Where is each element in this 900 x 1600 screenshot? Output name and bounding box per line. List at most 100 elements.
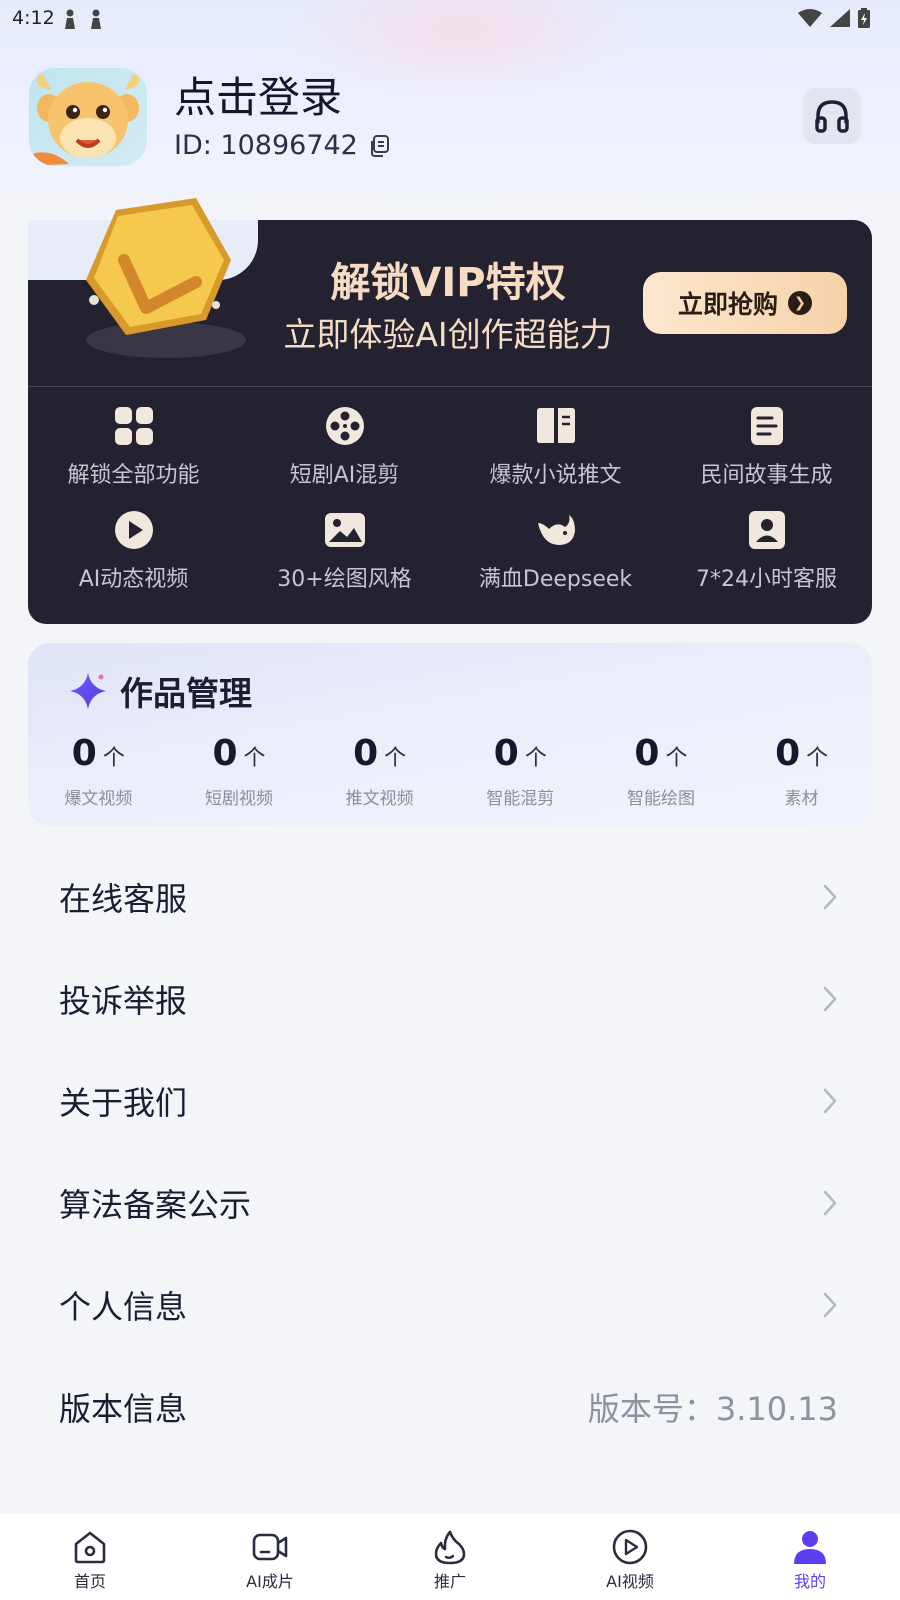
works-title: 作品管理: [120, 674, 252, 713]
feature-label: 解锁全部功能: [67, 463, 200, 488]
version-number: 版本号：3.10.13: [587, 1390, 838, 1428]
notification-icon: [91, 9, 101, 29]
feature-folk-story: 民间故事生成: [661, 405, 872, 489]
user-id: ID: 10896742: [174, 130, 358, 161]
stat-smart-drawing[interactable]: 0个 智能绘图: [591, 733, 731, 809]
settings-menu: 在线客服 投诉举报 关于我们 算法备案公示 个人信息 版本信息 版本号：3.10…: [28, 846, 872, 1478]
status-notification-icons: [64, 9, 102, 29]
stat-promo-video[interactable]: 0个 推文视频: [310, 733, 450, 809]
stat-unit: 个: [665, 746, 688, 771]
feature-unlock-all: 解锁全部功能: [28, 405, 239, 489]
nav-label: AI视频: [606, 1572, 654, 1591]
stat-label: 素材: [784, 789, 819, 809]
stat-unit: 个: [102, 746, 125, 771]
feature-novel-promo: 爆款小说推文: [450, 405, 661, 489]
feature-label: 爆款小说推文: [489, 463, 622, 488]
nav-ai-video[interactable]: AI视频: [540, 1514, 720, 1600]
stat-label: 短剧视频: [204, 789, 273, 809]
menu-item-online-service[interactable]: 在线客服: [28, 846, 872, 948]
feature-label: 民间故事生成: [700, 463, 833, 488]
menu-item-version-info: 版本信息 版本号：3.10.13: [28, 1356, 872, 1458]
menu-item-algorithm-filing[interactable]: 算法备案公示: [28, 1152, 872, 1254]
sparkle-icon: [70, 673, 106, 709]
feature-label: AI动态视频: [78, 567, 189, 592]
user-id-row: ID: 10896742: [174, 130, 392, 161]
menu-label: 个人信息: [59, 1288, 188, 1326]
feature-label: 满血Deepseek: [478, 567, 633, 592]
stat-count: 0: [493, 733, 519, 774]
divider: [28, 386, 872, 387]
stat-count: 0: [634, 733, 660, 774]
feature-label: 7*24小时客服: [696, 567, 837, 592]
stat-label: 智能混剪: [486, 789, 555, 809]
wifi-icon: [798, 9, 822, 27]
works-management-card: 作品管理 0个 爆文视频 0个 短剧视频 0个 推文视频 0个 智能混剪 0个 …: [28, 643, 872, 826]
image-icon: [324, 513, 365, 547]
play-circle-icon: [612, 1529, 648, 1565]
whale-icon: [537, 515, 575, 545]
stat-label: 推文视频: [345, 789, 414, 809]
nav-ai-film[interactable]: AI成片: [180, 1514, 360, 1600]
film-reel-icon: [325, 407, 364, 445]
feature-label: 短剧AI混剪: [289, 463, 400, 488]
nav-label: 推广: [433, 1572, 466, 1591]
avatar[interactable]: [29, 68, 147, 166]
feature-deepseek: 满血Deepseek: [450, 509, 661, 593]
stat-count: 0: [71, 733, 97, 774]
menu-item-personal-info[interactable]: 个人信息: [28, 1254, 872, 1356]
nav-home[interactable]: 首页: [0, 1514, 180, 1600]
stat-count: 0: [353, 733, 379, 774]
nav-label: 我的: [793, 1572, 826, 1591]
chevron-right-icon: [823, 1292, 837, 1318]
stat-materials[interactable]: 0个 素材: [732, 733, 872, 809]
nav-promotion[interactable]: 推广: [360, 1514, 540, 1600]
menu-label: 投诉举报: [59, 982, 188, 1020]
document-icon: [750, 407, 783, 445]
nav-mine[interactable]: 我的: [720, 1514, 900, 1600]
vip-feature-grid: 解锁全部功能 短剧AI混剪 爆款小说推文 民间故事生成 AI动态视频 30+绘图…: [28, 405, 872, 593]
stat-label: 智能绘图: [626, 789, 695, 809]
stat-unit: 个: [806, 746, 829, 771]
vip-badge-icon: [86, 198, 246, 358]
user-icon: [794, 1531, 826, 1564]
headphones-icon: [815, 100, 849, 133]
login-button[interactable]: 点击登录: [174, 64, 342, 125]
vip-subtitle: 立即体验AI创作超能力: [283, 315, 613, 354]
home-icon: [74, 1531, 106, 1564]
vip-card[interactable]: 解锁VIP特权 立即体验AI创作超能力 立即抢购 ❯ 解锁全部功能 短剧AI混剪: [28, 198, 872, 624]
menu-item-complaint-report[interactable]: 投诉举报: [28, 948, 872, 1050]
status-bar: 4:12: [0, 0, 900, 36]
stat-unit: 个: [384, 746, 407, 771]
buy-now-label: 立即抢购: [677, 290, 778, 319]
battery-icon: [858, 8, 870, 28]
stat-count: 0: [775, 733, 801, 774]
feature-24h-support: 7*24小时客服: [661, 509, 872, 593]
nav-label: 首页: [73, 1572, 106, 1591]
feature-drawing-styles: 30+绘图风格: [239, 509, 450, 593]
menu-label: 算法备案公示: [59, 1186, 252, 1224]
buy-now-button[interactable]: 立即抢购 ❯: [643, 272, 847, 334]
grid-icon: [114, 407, 153, 445]
stat-count: 0: [212, 733, 238, 774]
signal-icon: [830, 9, 850, 27]
bottom-nav: 首页 AI成片 推广 AI视频 我的: [0, 1514, 900, 1600]
feature-label: 30+绘图风格: [277, 567, 412, 592]
feature-short-drama-mix: 短剧AI混剪: [239, 405, 450, 489]
stat-unit: 个: [243, 746, 266, 771]
feature-ai-dynamic-video: AI动态视频: [28, 509, 239, 593]
chevron-right-icon: [823, 884, 837, 910]
flame-icon: [434, 1530, 466, 1565]
stat-smart-mix[interactable]: 0个 智能混剪: [450, 733, 590, 809]
menu-item-about-us[interactable]: 关于我们: [28, 1050, 872, 1152]
vip-title: 解锁VIP特权: [330, 260, 566, 306]
stat-viral-video[interactable]: 0个 爆文视频: [28, 733, 168, 809]
menu-label: 版本信息: [59, 1390, 188, 1428]
chevron-right-icon: [823, 986, 837, 1012]
notification-icon: [65, 9, 75, 29]
video-camera-icon: [252, 1533, 288, 1561]
menu-label: 关于我们: [59, 1084, 188, 1122]
contact-icon: [748, 511, 785, 549]
copy-icon[interactable]: [368, 134, 392, 158]
customer-support-button[interactable]: [803, 88, 861, 144]
stat-short-drama-video[interactable]: 0个 短剧视频: [169, 733, 309, 809]
